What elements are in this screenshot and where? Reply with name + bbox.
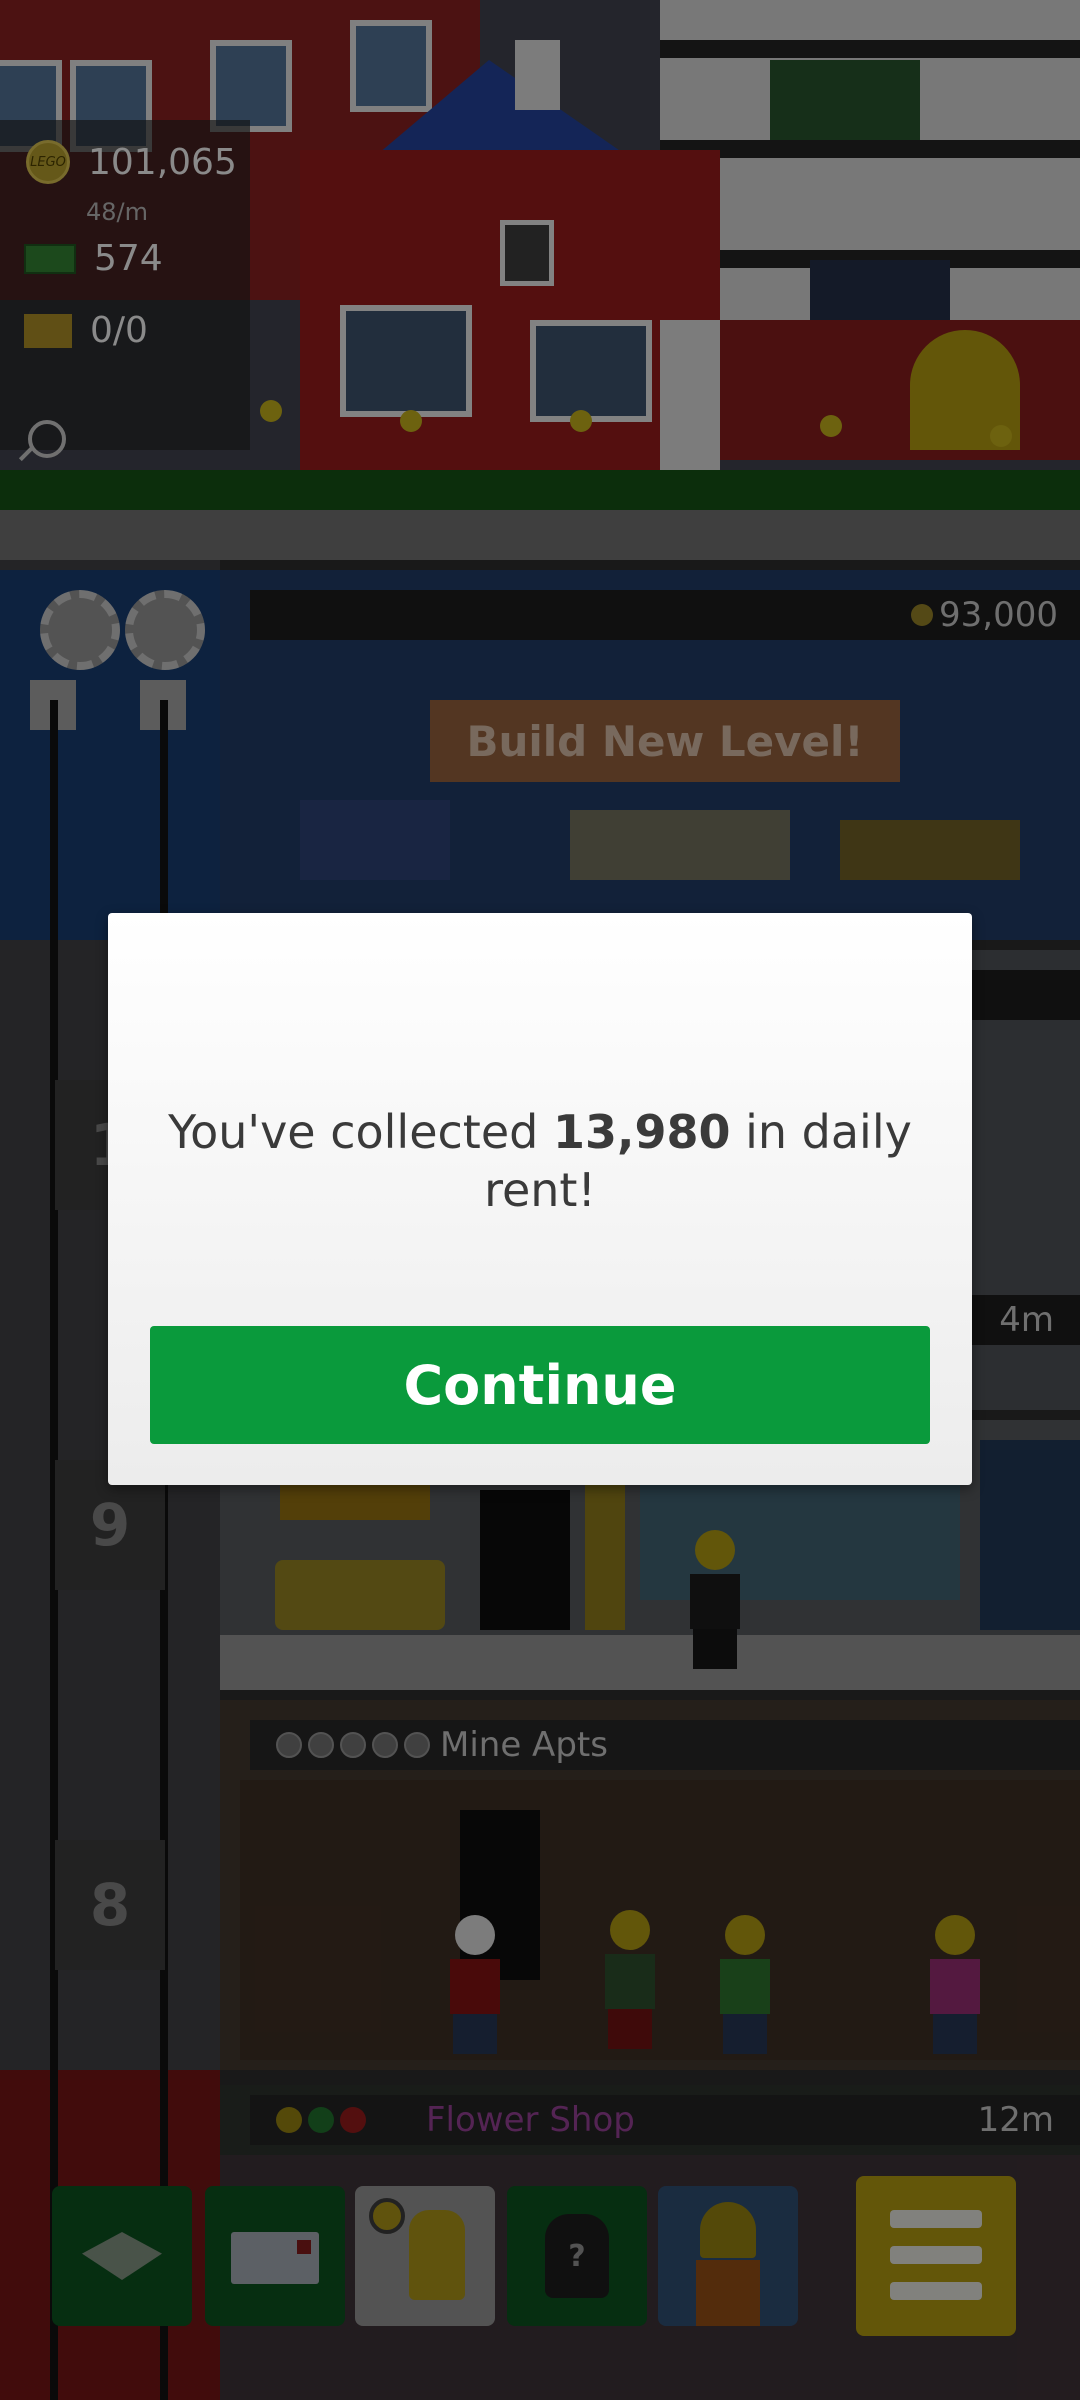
- message-prefix: You've collected: [168, 1105, 553, 1159]
- rent-amount: 13,980: [552, 1105, 731, 1159]
- dialog-message: You've collected 13,980 in daily rent!: [148, 1103, 932, 1219]
- continue-button[interactable]: Continue: [150, 1326, 930, 1444]
- daily-rent-dialog: You've collected 13,980 in daily rent! C…: [108, 913, 972, 1485]
